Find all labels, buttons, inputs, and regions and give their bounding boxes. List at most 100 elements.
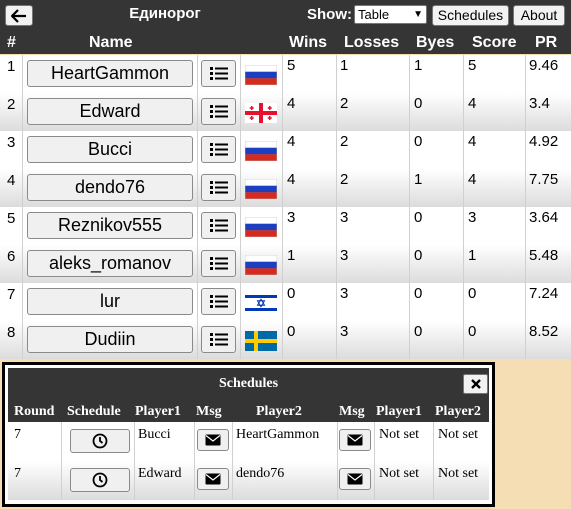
cell-divider xyxy=(409,55,410,93)
list-icon xyxy=(209,219,228,232)
player-name-button[interactable]: HeartGammon xyxy=(27,60,193,87)
player-details-button[interactable] xyxy=(201,288,236,315)
pr-cell: 7.75 xyxy=(529,171,559,188)
cell-divider xyxy=(463,93,464,131)
schedule-row: 7 Bucci HeartGammon Not set Not set xyxy=(8,422,489,461)
pr-cell: 8.52 xyxy=(529,323,559,340)
back-button[interactable] xyxy=(5,5,33,26)
player-details-button[interactable] xyxy=(201,98,236,125)
table-row: 7 lur 0 3 0 0 7.24 xyxy=(0,283,571,321)
cell-divider xyxy=(22,321,23,359)
georgia-flag xyxy=(245,103,277,123)
close-button[interactable] xyxy=(463,374,488,394)
losses-cell: 3 xyxy=(340,323,349,340)
col-byes: Byes xyxy=(416,34,455,51)
cell-divider xyxy=(282,321,283,359)
cell-divider xyxy=(525,283,526,321)
cell-divider xyxy=(61,422,62,461)
message-player2-button[interactable] xyxy=(339,468,371,490)
player-name-button[interactable]: Edward xyxy=(27,98,193,125)
cell-divider xyxy=(22,207,23,245)
cell-divider xyxy=(336,55,337,93)
russia-flag xyxy=(244,64,278,86)
player-name-button[interactable]: Dudiin xyxy=(27,326,193,353)
cell-divider xyxy=(463,169,464,207)
clock-icon xyxy=(92,472,108,488)
player-details-button[interactable] xyxy=(201,326,236,353)
player-name-button[interactable]: Bucci xyxy=(27,136,193,163)
cell-divider xyxy=(374,422,375,461)
player-name-button[interactable]: dendo76 xyxy=(27,174,193,201)
score-cell: 4 xyxy=(468,133,477,150)
israel-flag xyxy=(245,293,277,313)
standings-header: # Name Wins Losses Byes Score PR xyxy=(0,30,571,54)
rank-cell: 5 xyxy=(7,210,16,227)
message-player1-button[interactable] xyxy=(197,468,229,490)
cell-divider xyxy=(134,422,135,461)
russia-flag xyxy=(244,140,278,162)
cell-divider xyxy=(240,245,241,283)
chevron-down-icon: ▼ xyxy=(413,9,423,20)
col-losses: Losses xyxy=(344,34,400,51)
sweden-flag xyxy=(245,331,277,351)
rank-cell: 1 xyxy=(7,58,16,75)
table-row: 1 HeartGammon 5 1 1 5 9.46 xyxy=(0,55,571,93)
wins-cell: 4 xyxy=(287,171,296,188)
schedules-dialog-header: Schedules Round Schedule Player1 Msg Pla… xyxy=(8,368,489,422)
list-icon xyxy=(209,333,228,346)
wins-cell: 4 xyxy=(287,133,296,150)
wins-cell: 5 xyxy=(287,57,296,74)
table-row: 8 Dudiin 0 3 0 0 8.52 xyxy=(0,321,571,359)
rank-cell: 8 xyxy=(7,324,16,341)
cell-divider xyxy=(336,245,337,283)
schedule-time-button[interactable] xyxy=(70,429,130,453)
player-details-button[interactable] xyxy=(201,250,236,277)
cell-divider xyxy=(240,321,241,359)
player-details-button[interactable] xyxy=(201,174,236,201)
byes-cell: 1 xyxy=(414,57,423,74)
cell-divider xyxy=(463,55,464,93)
player-details-button[interactable] xyxy=(201,136,236,163)
cell-divider xyxy=(197,55,198,93)
cell-divider xyxy=(282,55,283,93)
cell-divider xyxy=(433,461,434,500)
about-button[interactable]: About xyxy=(513,5,565,26)
player-details-button[interactable] xyxy=(201,212,236,239)
losses-cell: 3 xyxy=(340,209,349,226)
cell-divider xyxy=(240,207,241,245)
wins-cell: 3 xyxy=(287,209,296,226)
envelope-icon xyxy=(347,473,363,485)
cell-divider xyxy=(197,169,198,207)
losses-cell: 1 xyxy=(340,57,349,74)
schedules-dialog-title: Schedules xyxy=(218,376,279,391)
player-name-button[interactable]: lur xyxy=(27,288,193,315)
show-select[interactable]: Table ▼ xyxy=(354,5,427,24)
schedule-time-button[interactable] xyxy=(70,468,130,492)
list-icon xyxy=(209,67,228,80)
table-row: 3 Bucci 4 2 0 4 4.92 xyxy=(0,131,571,169)
cell-divider xyxy=(336,131,337,169)
player-name-button[interactable]: Reznikov555 xyxy=(27,212,193,239)
player1-status-cell: Not set xyxy=(379,466,420,481)
message-player2-button[interactable] xyxy=(339,429,371,451)
score-cell: 4 xyxy=(468,95,477,112)
clock-icon xyxy=(92,433,108,449)
player-details-button[interactable] xyxy=(201,60,236,87)
envelope-icon xyxy=(347,434,363,446)
cell-divider xyxy=(463,245,464,283)
cell-divider xyxy=(240,55,241,93)
cell-divider xyxy=(409,93,410,131)
cell-divider xyxy=(240,283,241,321)
cell-divider xyxy=(409,131,410,169)
show-select-value: Table xyxy=(358,7,390,22)
cell-divider xyxy=(61,461,62,500)
cell-divider xyxy=(433,422,434,461)
pr-cell: 3.64 xyxy=(529,209,559,226)
cell-divider xyxy=(525,321,526,359)
schedules-button[interactable]: Schedules xyxy=(432,5,509,26)
cell-divider xyxy=(336,321,337,359)
losses-cell: 2 xyxy=(340,133,349,150)
message-player1-button[interactable] xyxy=(197,429,229,451)
cell-divider xyxy=(463,207,464,245)
player-name-button[interactable]: aleks_romanov xyxy=(27,250,193,277)
